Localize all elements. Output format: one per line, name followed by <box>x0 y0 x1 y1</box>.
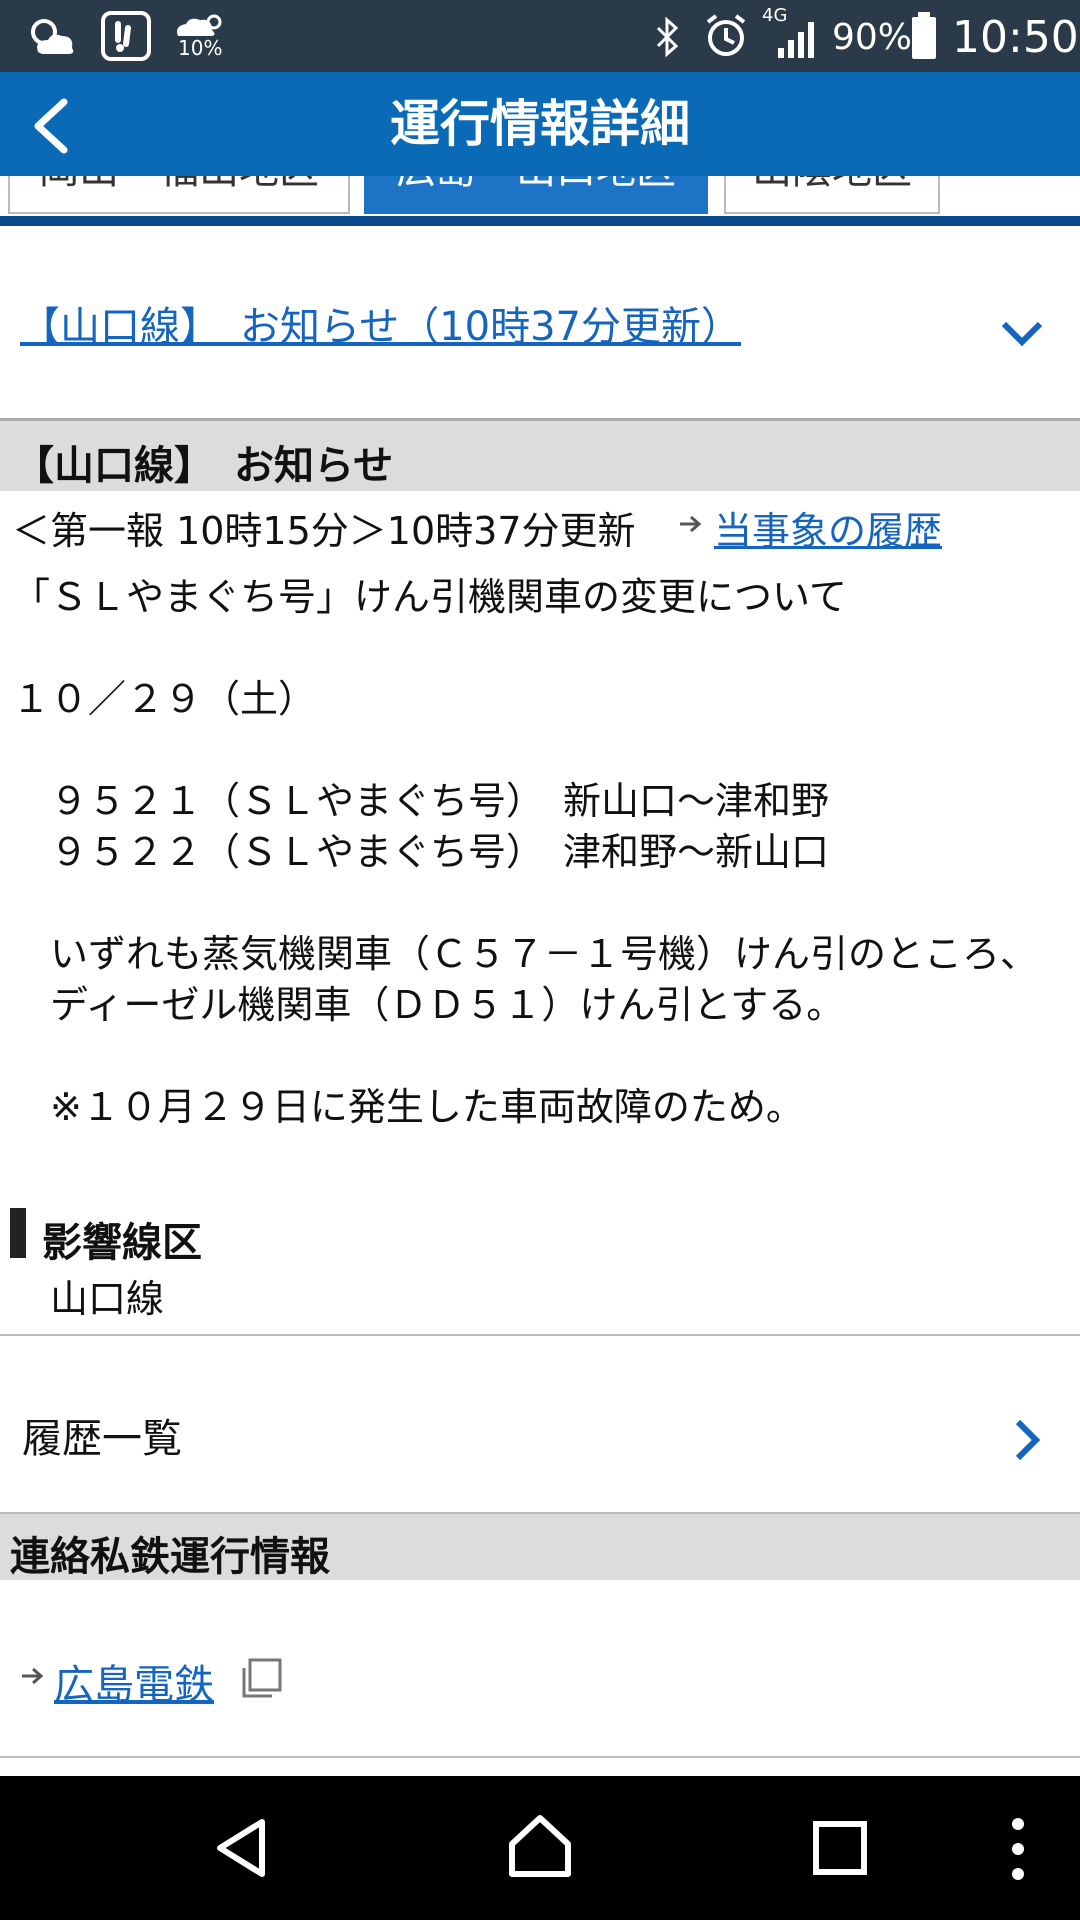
tab-sanin[interactable]: 山陰地区 <box>724 176 940 214</box>
home-icon[interactable] <box>506 1812 574 1880</box>
status-bar: 10% 4G 90% 10:50 <box>0 0 1080 72</box>
notice-meta-text: ＜第一報 10時15分＞10時37分更新 <box>12 509 636 553</box>
history-link[interactable]: 当事象の履歴 <box>714 500 942 555</box>
alarm-icon <box>706 14 746 56</box>
notice-header-text: 【山口線】 お知らせ <box>14 443 394 489</box>
system-nav-bar <box>0 1776 1080 1920</box>
body-line <box>12 725 1072 776</box>
body-line: いずれも蒸気機関車（Ｃ５７－１号機）けん引のところ、 <box>12 932 1039 976</box>
weather-percent-icon <box>177 14 222 36</box>
body-line: ディーゼル機関車（ＤＤ５１）けん引とする。 <box>12 983 845 1027</box>
arrow-right-icon <box>680 515 702 533</box>
bluetooth-icon <box>656 16 679 58</box>
notice-row[interactable]: 【山口線】 お知らせ（10時37分更新） <box>0 226 1080 418</box>
history-list-row[interactable]: 履歴一覧 <box>0 1336 1080 1512</box>
battery-percent: 90% <box>832 17 913 58</box>
more-vert-icon[interactable] <box>1008 1816 1028 1882</box>
signal-icon <box>778 22 814 58</box>
chevron-right-icon <box>1015 1419 1041 1461</box>
rain-percent: 10% <box>178 36 223 60</box>
private-rail-header: 連絡私鉄運行情報 <box>0 1514 1080 1580</box>
battery-icon <box>912 12 936 59</box>
notice-body: 「ＳＬやまぐち号」けん引機関車の変更について １０／２９（土） ９５２１（ＳＬや… <box>12 572 1072 1133</box>
body-line <box>12 878 1072 929</box>
page-title: 運行情報詳細 <box>390 95 690 153</box>
body-line: 「ＳＬやまぐち号」けん引機関車の変更について <box>12 575 847 619</box>
hiroden-link[interactable]: 広島電鉄 <box>54 1652 214 1710</box>
arrow-right-icon <box>22 1667 44 1685</box>
body-line: ９５２２（ＳＬやまぐち号） 津和野～新山口 <box>12 830 830 874</box>
notice-link[interactable]: 【山口線】 お知らせ（10時37分更新） <box>20 294 741 352</box>
external-window-icon <box>242 1658 282 1698</box>
notice-header: 【山口線】 お知らせ <box>0 421 1080 491</box>
divider <box>0 1756 1080 1758</box>
app-bar: 運行情報詳細 <box>0 72 1080 176</box>
body-line: １０／２９（土） <box>12 677 317 721</box>
body-line: ※１０月２９日に発生した車両故障のため。 <box>12 1085 804 1129</box>
private-rail-header-text: 連絡私鉄運行情報 <box>10 1534 330 1580</box>
body-line: ９５２１（ＳＬやまぐち号） 新山口～津和野 <box>12 779 830 823</box>
history-list-label: 履歴一覧 <box>22 1416 182 1462</box>
weather-cloud-icon <box>31 19 74 54</box>
body-line <box>12 1031 1072 1082</box>
clock: 10:50 <box>952 12 1079 63</box>
chevron-down-icon[interactable] <box>1000 318 1044 348</box>
app-icon <box>101 11 151 61</box>
tab-underline <box>0 216 1080 226</box>
notice-meta: ＜第一報 10時15分＞10時37分更新 <box>12 500 636 555</box>
section-marker <box>10 1208 26 1258</box>
affected-value: 山口線 <box>50 1277 165 1321</box>
tab-hiroshima-yamaguchi[interactable]: 広島・山口地区 <box>364 176 708 214</box>
body-line <box>12 623 1072 674</box>
recents-icon[interactable] <box>812 1820 868 1876</box>
back-icon[interactable] <box>212 1816 270 1880</box>
tab-okayama-fukuyama[interactable]: 岡山・福山地区 <box>8 176 350 214</box>
affected-title: 影響線区 <box>42 1220 202 1266</box>
